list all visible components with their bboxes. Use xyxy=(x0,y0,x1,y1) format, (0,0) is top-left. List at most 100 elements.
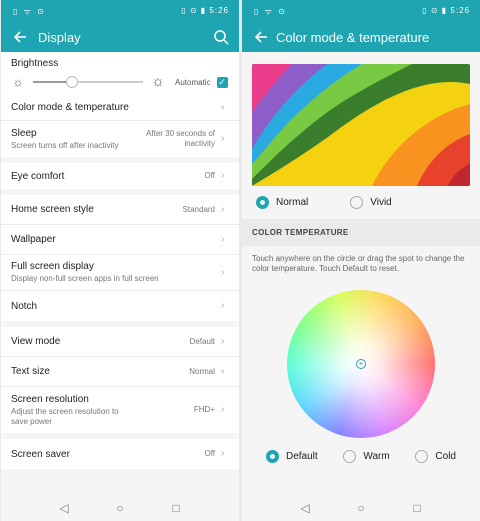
chevron-right-icon: › xyxy=(221,203,225,215)
row-label: View mode xyxy=(11,336,61,347)
page-title: Color mode & temperature xyxy=(276,30,430,45)
row-view-mode[interactable]: View mode Default › xyxy=(1,327,239,357)
nav-bar: ◁ ○ □ xyxy=(1,495,239,521)
row-value: Default xyxy=(189,336,215,346)
row-value: FHD+ xyxy=(193,405,215,414)
row-color-mode[interactable]: Color mode & temperature › xyxy=(1,95,239,121)
temp-warm-option[interactable]: Warm xyxy=(343,450,390,463)
row-value: Off xyxy=(204,449,215,458)
status-right-icons: ▯ ⊙ ▮ xyxy=(422,6,448,15)
mode-label: Vivid xyxy=(370,197,392,208)
brightness-card: Brightness ☼ ☼ Automatic ✓ Color mode & … xyxy=(1,52,239,157)
row-notch[interactable]: Notch › xyxy=(1,291,239,321)
row-label: Full screen display xyxy=(11,261,94,272)
back-arrow-icon[interactable] xyxy=(252,28,270,46)
rainbow-waves-image xyxy=(252,64,470,186)
row-value: After 30 seconds of inactivity xyxy=(146,129,215,148)
color-preview-image xyxy=(252,64,470,186)
row-screen-resolution[interactable]: Screen resolution Adjust the screen resol… xyxy=(1,387,239,433)
temperature-options: Default Warm Cold xyxy=(252,438,470,463)
search-icon[interactable] xyxy=(213,29,229,45)
row-label: Sleep xyxy=(11,127,37,139)
mode-vivid-option[interactable]: Vivid xyxy=(350,196,392,209)
color-mode-options: Normal Vivid xyxy=(242,186,480,219)
nav-back-icon[interactable]: ◁ xyxy=(58,502,70,514)
radio-selected-icon xyxy=(266,450,279,463)
row-label: Screen resolution xyxy=(11,393,89,405)
radio-selected-icon xyxy=(256,196,269,209)
row-sleep[interactable]: Sleep Screen turns off after inactivity A… xyxy=(1,121,239,157)
row-subtitle: Display non-full screen apps in full scr… xyxy=(11,274,159,283)
chevron-right-icon: › xyxy=(221,133,225,144)
radio-unselected-icon xyxy=(350,196,364,209)
row-subtitle: Screen turns off after inactivity xyxy=(11,140,119,150)
sun-small-icon: ☼ xyxy=(12,75,24,89)
row-home-screen-style[interactable]: Home screen style Standard › xyxy=(1,195,239,225)
row-label: Text size xyxy=(11,366,50,377)
row-label: Wallpaper xyxy=(11,234,56,245)
row-wallpaper[interactable]: Wallpaper › xyxy=(1,225,239,255)
chevron-right-icon: › xyxy=(221,448,225,459)
automatic-checkbox[interactable]: ✓ xyxy=(216,76,228,88)
status-left-icons: ▯ ᯤ ⊙ xyxy=(254,7,287,16)
automatic-label: Automatic xyxy=(175,77,211,87)
mode-normal-option[interactable]: Normal xyxy=(256,196,308,209)
chevron-right-icon: › xyxy=(221,365,225,377)
app-bar: Display xyxy=(1,22,239,52)
nav-home-icon[interactable]: ○ xyxy=(355,502,367,514)
display-settings-screen: ▯ ᯤ ⊙ ▯ ⊙ ▮ 5:26 Display Brightness ☼ ☼ … xyxy=(1,0,239,521)
temp-label: Default xyxy=(286,451,318,462)
row-screen-saver[interactable]: Screen saver Off › xyxy=(1,439,239,469)
color-temperature-wheel[interactable]: + xyxy=(287,290,435,438)
temp-cold-option[interactable]: Cold xyxy=(415,450,456,463)
chevron-right-icon: › xyxy=(221,101,225,113)
temp-label: Warm xyxy=(363,451,390,462)
row-label: Screen saver xyxy=(11,448,70,460)
chevron-right-icon: › xyxy=(221,266,225,278)
radio-unselected-icon xyxy=(415,450,429,463)
chevron-right-icon: › xyxy=(221,233,225,245)
nav-recents-icon[interactable]: □ xyxy=(170,502,182,514)
brightness-slider[interactable] xyxy=(33,76,143,88)
sun-large-icon: ☼ xyxy=(151,73,165,90)
brightness-knob[interactable] xyxy=(65,76,78,88)
row-label: Home screen style xyxy=(11,204,94,215)
temperature-spot-handle[interactable]: + xyxy=(356,359,366,369)
row-label: Notch xyxy=(11,300,38,312)
status-time: 5:26 xyxy=(209,6,229,15)
app-bar: Color mode & temperature xyxy=(242,22,480,52)
row-eye-comfort[interactable]: Eye comfort Off › xyxy=(1,163,239,189)
row-value: Off xyxy=(204,171,215,180)
chevron-right-icon: › xyxy=(221,404,225,415)
chevron-right-icon: › xyxy=(221,335,225,347)
row-value: Standard xyxy=(182,204,215,214)
mode-label: Normal xyxy=(276,197,309,208)
radio-unselected-icon xyxy=(343,450,357,463)
section-header: COLOR TEMPERATURE xyxy=(242,219,480,246)
nav-bar: ◁ ○ □ xyxy=(242,495,480,521)
row-subtitle: Adjust the screen resolution to save pow… xyxy=(11,406,119,426)
settings-list[interactable]: Brightness ☼ ☼ Automatic ✓ Color mode & … xyxy=(1,52,239,495)
row-label: Color mode & temperature xyxy=(11,102,129,113)
row-value: Normal xyxy=(189,366,215,376)
status-bar: ▯ ᯤ ⊙ ▯ ⊙ ▮ 5:26 xyxy=(242,0,480,22)
nav-home-icon[interactable]: ○ xyxy=(114,502,126,514)
brightness-label: Brightness xyxy=(11,58,59,69)
row-full-screen-display[interactable]: Full screen display Display non-full scre… xyxy=(1,255,239,291)
nav-recents-icon[interactable]: □ xyxy=(411,502,423,514)
chevron-right-icon: › xyxy=(221,300,225,311)
status-right-icons: ▯ ⊙ ▮ xyxy=(181,6,207,15)
row-label: Eye comfort xyxy=(11,170,65,182)
row-text-size[interactable]: Text size Normal › xyxy=(1,357,239,387)
nav-back-icon[interactable]: ◁ xyxy=(299,502,311,514)
status-time: 5:26 xyxy=(450,6,470,15)
temp-label: Cold xyxy=(435,451,456,462)
status-bar: ▯ ᯤ ⊙ ▯ ⊙ ▮ 5:26 xyxy=(1,0,239,22)
back-arrow-icon[interactable] xyxy=(11,28,29,46)
status-left-icons: ▯ ᯤ ⊙ xyxy=(13,7,46,16)
temperature-hint: Touch anywhere on the circle or drag the… xyxy=(252,254,465,273)
chevron-right-icon: › xyxy=(221,170,225,181)
page-title: Display xyxy=(38,30,81,45)
color-temperature-screen: ▯ ᯤ ⊙ ▯ ⊙ ▮ 5:26 Color mode & temperatur… xyxy=(242,0,480,521)
temp-default-option[interactable]: Default xyxy=(266,450,318,463)
